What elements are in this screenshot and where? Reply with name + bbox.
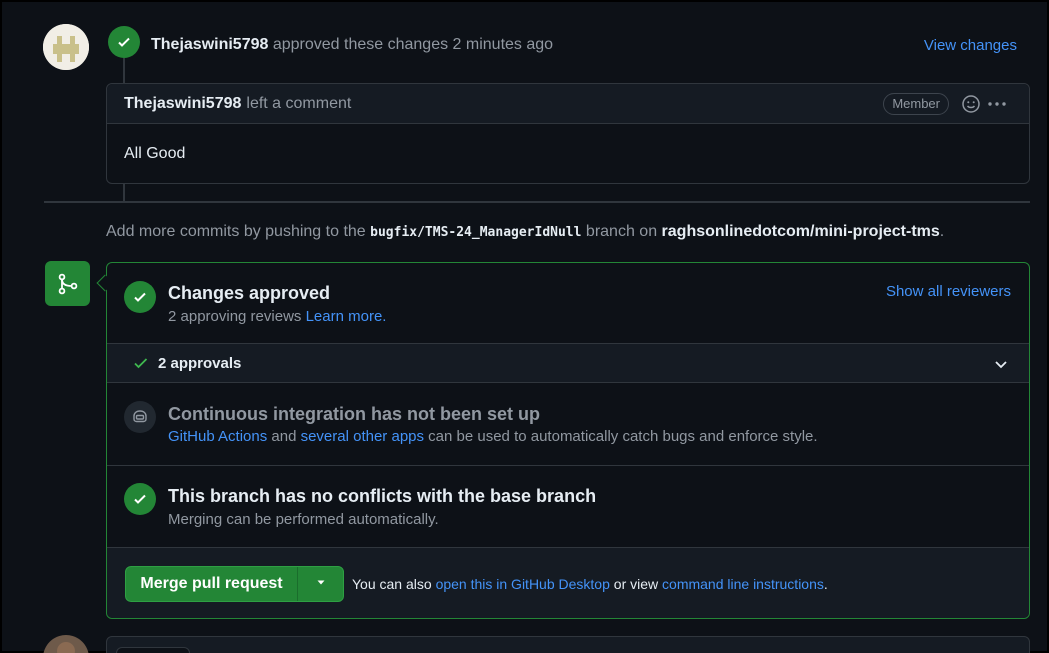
- kebab-menu-icon[interactable]: [987, 94, 1007, 114]
- new-comment-box: [106, 636, 1030, 653]
- show-all-reviewers-link[interactable]: Show all reviewers: [886, 283, 1011, 300]
- merge-pull-request-button[interactable]: Merge pull request: [126, 567, 298, 601]
- chevron-down-icon: [993, 356, 1009, 377]
- avatar[interactable]: [43, 24, 89, 70]
- divider: [44, 201, 1030, 203]
- add-reaction-icon[interactable]: [961, 94, 981, 114]
- open-github-desktop-link[interactable]: open this in GitHub Desktop: [436, 576, 610, 592]
- ci-title: Continuous integration has not been set …: [168, 404, 540, 424]
- approvals-label: 2 approvals: [158, 355, 242, 372]
- check-icon: [133, 355, 149, 376]
- repo-name: raghsonlinedotcom/mini-project-tms: [661, 223, 940, 240]
- approvals-toggle[interactable]: 2 approvals: [107, 343, 1029, 383]
- learn-more-link[interactable]: Learn more.: [306, 308, 387, 325]
- merge-box: Changes approved 2 approving reviews Lea…: [106, 262, 1030, 619]
- merge-alternatives-text: You can also open this in GitHub Desktop…: [352, 576, 828, 592]
- comment-body: All Good: [124, 145, 186, 162]
- other-apps-link[interactable]: several other apps: [301, 428, 424, 445]
- merge-button-group: Merge pull request: [125, 566, 344, 602]
- ci-description: GitHub Actions and several other apps ca…: [168, 428, 818, 445]
- review-comment: Thejaswini5798 left a comment Member All…: [106, 83, 1030, 184]
- check-circle-icon: [124, 281, 156, 313]
- push-hint: Add more commits by pushing to the bugfi…: [106, 223, 945, 240]
- changes-approved-title: Changes approved: [168, 283, 331, 303]
- write-tab[interactable]: [116, 647, 190, 653]
- approving-reviews-text: 2 approving reviews Learn more.: [168, 308, 387, 325]
- merge-options-dropdown[interactable]: [298, 567, 343, 601]
- view-changes-link[interactable]: View changes: [924, 37, 1017, 54]
- review-time[interactable]: 2 minutes ago: [453, 36, 554, 53]
- command-line-instructions-link[interactable]: command line instructions: [662, 576, 824, 592]
- merge-footer: Merge pull request You can also open thi…: [107, 547, 1029, 618]
- divider: [107, 465, 1029, 466]
- avatar[interactable]: [43, 635, 89, 653]
- triangle-down-icon: [315, 575, 327, 593]
- github-actions-link[interactable]: GitHub Actions: [168, 428, 267, 445]
- review-event-text: Thejaswini5798 approved these changes 2 …: [151, 36, 554, 53]
- git-merge-icon: [45, 261, 90, 306]
- robot-icon: [124, 401, 156, 433]
- member-badge: Member: [883, 93, 949, 115]
- approved-check-icon: [108, 26, 140, 58]
- comment-author-link[interactable]: Thejaswini5798: [124, 95, 241, 113]
- timeline-line: [123, 184, 125, 201]
- comment-header: Thejaswini5798 left a comment Member: [107, 84, 1029, 124]
- timeline-line: [123, 58, 125, 84]
- check-circle-icon: [124, 483, 156, 515]
- no-conflicts-title: This branch has no conflicts with the ba…: [168, 486, 597, 506]
- branch-name: bugfix/TMS-24_ManagerIdNull: [370, 225, 582, 240]
- review-user-link[interactable]: Thejaswini5798: [151, 36, 268, 53]
- no-conflicts-subtitle: Merging can be performed automatically.: [168, 511, 439, 528]
